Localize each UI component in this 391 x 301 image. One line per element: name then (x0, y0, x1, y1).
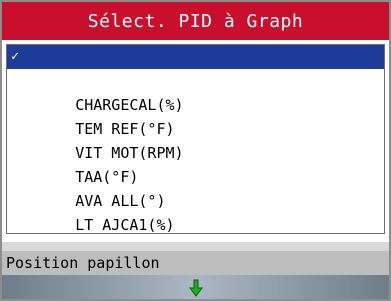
pid-list-item[interactable]: TEM REF(°F) (7, 93, 384, 138)
status-area: Position papillon (2, 242, 389, 299)
pid-list-item[interactable]: LT AJCA1(%) (7, 189, 384, 234)
pid-list: ✓ POS PAP(%) CHARGECAL(%) TEM REF(°F) VI… (6, 44, 385, 234)
pid-list-item[interactable]: CHARGECAL(%) (7, 69, 384, 114)
pid-list-item[interactable]: TAA(°F) (7, 141, 384, 186)
pid-list-item[interactable]: AVA ALL(°) (7, 165, 384, 210)
pid-item-label: LT AJCA1(%) (75, 216, 175, 234)
status-text: Position papillon (2, 251, 389, 275)
arrow-down-icon[interactable] (188, 279, 203, 297)
screen-title: Sélect. PID à Graph (2, 2, 389, 40)
navigation-bar (2, 275, 389, 299)
pid-graph-screen: Sélect. PID à Graph ✓ POS PAP(%) CHARGEC… (0, 0, 391, 301)
checkmark-icon: ✓ (11, 49, 19, 64)
pid-list-item[interactable]: VIT MOT(RPM) (7, 117, 384, 162)
pid-list-item[interactable]: ✓ POS PAP(%) (7, 45, 384, 114)
title-text: Sélect. PID à Graph (87, 10, 304, 32)
